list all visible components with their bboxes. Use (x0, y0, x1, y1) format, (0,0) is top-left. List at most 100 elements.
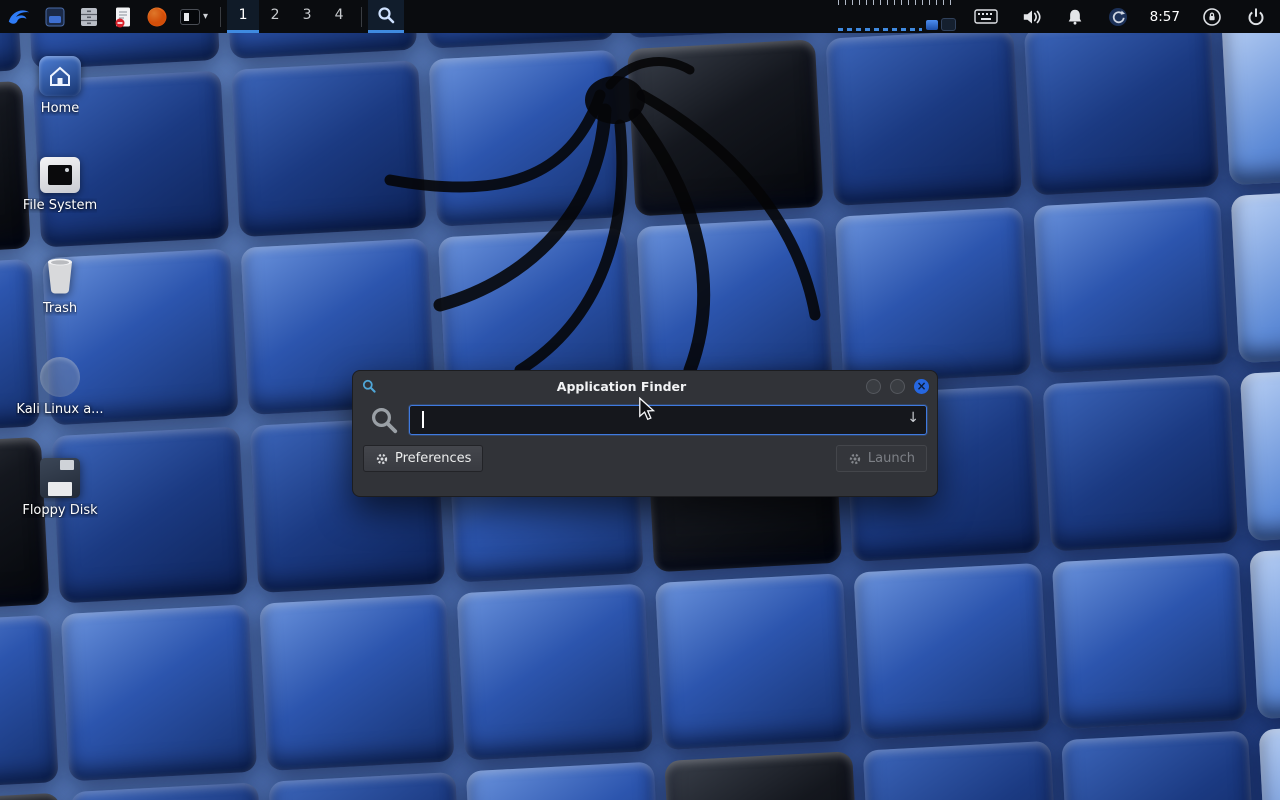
logout-button[interactable] (1240, 0, 1272, 33)
monitor-sparkline (838, 28, 922, 31)
lock-icon (1202, 7, 1222, 27)
wallpaper-cube (1061, 730, 1257, 800)
desktop-icon-label: File System (23, 198, 97, 213)
search-entry: ↓ (409, 405, 927, 435)
preferences-label: Preferences (395, 451, 471, 466)
wallpaper-cube (60, 604, 256, 781)
wallpaper-cube (268, 772, 464, 800)
kali-logo-icon (6, 4, 32, 30)
taskbar-application-finder[interactable] (368, 0, 404, 33)
terminal-icon (180, 9, 200, 25)
notifications-indicator[interactable] (1060, 0, 1090, 33)
wallpaper-cube (259, 594, 455, 771)
application-finder-window: Application Finder × ↓ (352, 370, 938, 497)
bell-icon (1066, 7, 1084, 26)
wallpaper-cube (1231, 186, 1280, 363)
desktop-icon-floppy[interactable]: Floppy Disk (8, 458, 112, 518)
search-input[interactable] (409, 405, 927, 435)
screen-lock-indicator[interactable] (1196, 0, 1228, 33)
preferences-button[interactable]: Preferences (363, 445, 483, 472)
maximize-button[interactable] (890, 379, 905, 394)
workspace-4[interactable]: 4 (323, 0, 355, 33)
wallpaper-cube (0, 793, 68, 800)
desktop-icon-label: Home (41, 101, 79, 116)
desktop-icon-label: Trash (43, 301, 77, 316)
kali-desktop: Home File System Trash Kali Linux a... F… (0, 0, 1280, 800)
wallpaper-cube (1240, 364, 1280, 541)
workspace-3[interactable]: 3 (291, 0, 323, 33)
desktop-icon-home[interactable]: Home (8, 56, 112, 116)
wallpaper-cube (853, 563, 1049, 740)
workspace-2[interactable]: 2 (259, 0, 291, 33)
desktop-icon-kali-docs[interactable]: Kali Linux a... (8, 357, 112, 417)
search-icon (369, 405, 399, 435)
system-monitor-applet[interactable] (838, 0, 956, 33)
wallpaper-cube (1023, 19, 1219, 196)
titlebar[interactable]: Application Finder × (353, 371, 937, 401)
trash-icon (40, 254, 80, 296)
close-icon: × (916, 380, 926, 392)
window-controls: × (866, 379, 929, 394)
wallpaper-cube (655, 573, 851, 750)
wallpaper-cube (70, 782, 266, 800)
chart-mini-icon (926, 20, 938, 30)
wallpaper-cube (1042, 375, 1238, 552)
wallpaper-cube (0, 615, 58, 792)
terminal-selector[interactable]: ▾ (174, 0, 214, 33)
clock[interactable]: 8:57 (1146, 9, 1184, 25)
app-finder-window-icon (361, 378, 377, 394)
minimize-button[interactable] (866, 379, 881, 394)
keyboard-layout-indicator[interactable] (968, 0, 1004, 33)
desktop-icon-file-system[interactable]: File System (8, 157, 112, 213)
wallpaper-cube (664, 751, 860, 800)
finder-body: ↓ (353, 401, 937, 439)
panel-separator (361, 7, 362, 27)
workspace-switcher: 1 2 3 4 (227, 0, 355, 33)
floppy-disk-icon (40, 458, 80, 498)
keyboard-icon (974, 8, 998, 25)
document-icon (112, 6, 134, 28)
window-manager-icon (44, 6, 66, 28)
top-panel: ▾ 1 2 3 4 (0, 0, 1280, 33)
app-finder-task-icon (376, 5, 396, 25)
home-icon (39, 56, 81, 96)
launch-label: Launch (868, 451, 915, 466)
power-icon (1246, 7, 1266, 27)
wallpaper-cube (466, 762, 662, 800)
launcher-window-manager[interactable] (38, 0, 72, 33)
updates-indicator[interactable] (1102, 0, 1134, 33)
launcher-firefox[interactable] (140, 0, 174, 33)
launch-icon (848, 452, 862, 466)
update-circle-icon (1108, 7, 1128, 27)
panel-left: ▾ 1 2 3 4 (0, 0, 404, 33)
panel-separator (220, 7, 221, 27)
workspace-1[interactable]: 1 (227, 0, 259, 33)
dropdown-arrow-icon[interactable]: ↓ (907, 410, 919, 426)
kali-menu-button[interactable] (0, 0, 38, 33)
desktop-icon-trash[interactable]: Trash (8, 254, 112, 316)
launcher-file-manager[interactable] (72, 0, 106, 33)
monitor-ticks (838, 0, 956, 5)
desktop-icon-column: Home File System Trash Kali Linux a... F… (8, 56, 112, 518)
file-system-icon (40, 157, 80, 193)
wallpaper-cube (863, 741, 1059, 800)
monitor-box-icon (941, 18, 956, 31)
file-cabinet-icon (78, 6, 100, 28)
launcher-text-editor[interactable] (106, 0, 140, 33)
desktop-icon-label: Floppy Disk (22, 503, 97, 518)
wallpaper-cube (1051, 552, 1247, 729)
wallpaper-cube (1259, 720, 1280, 800)
kali-dragon-wallpaper (270, 40, 910, 420)
firefox-icon (146, 6, 168, 28)
panel-right: 8:57 (838, 0, 1280, 33)
volume-icon (1022, 8, 1042, 26)
finder-button-row: Preferences Launch (353, 439, 937, 482)
chevron-down-icon: ▾ (203, 11, 208, 22)
launch-button[interactable]: Launch (836, 445, 927, 472)
wallpaper-cube (457, 584, 653, 761)
wallpaper-cube (1250, 542, 1280, 719)
volume-indicator[interactable] (1016, 0, 1048, 33)
desktop-icon-label: Kali Linux a... (16, 402, 103, 417)
gear-icon (375, 452, 389, 466)
close-button[interactable]: × (914, 379, 929, 394)
